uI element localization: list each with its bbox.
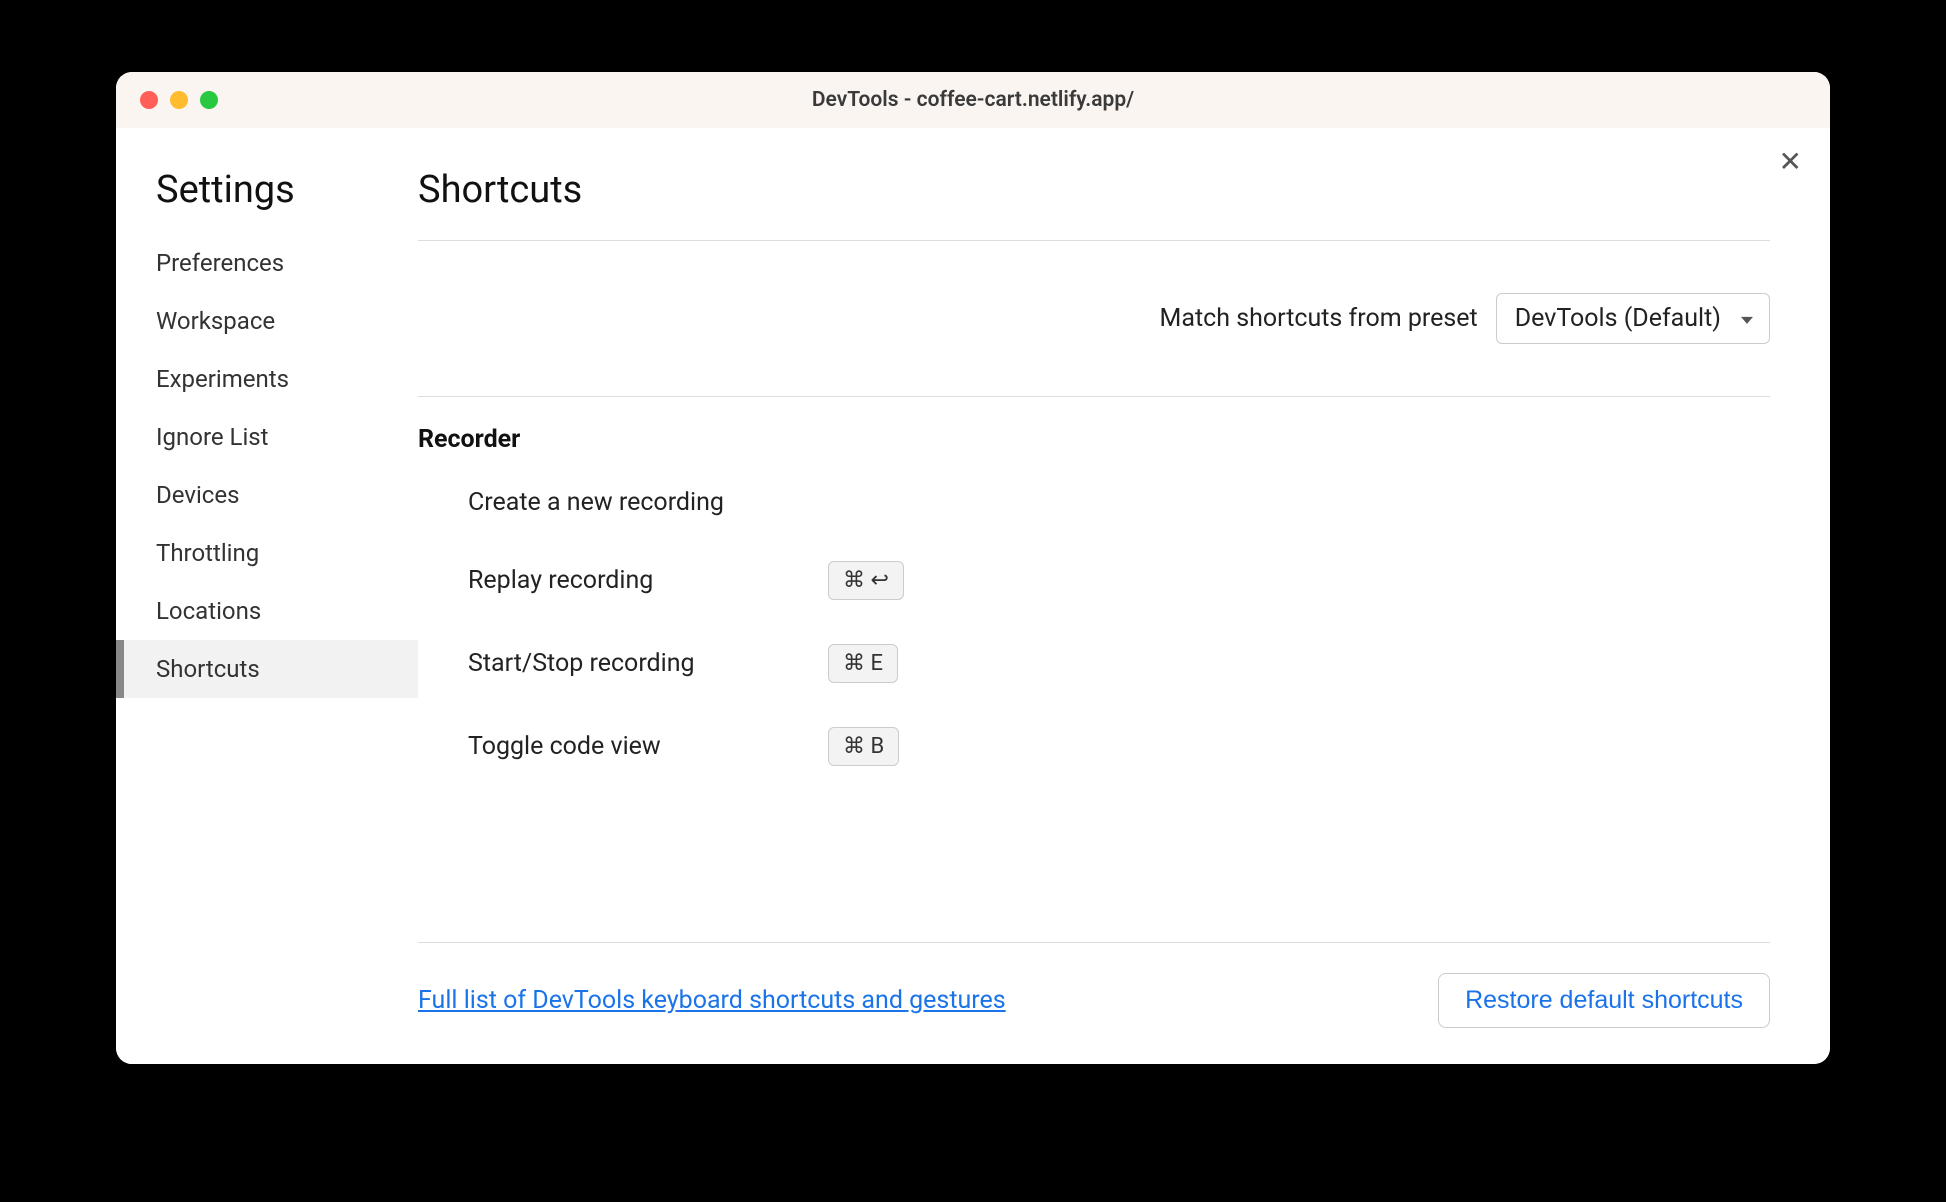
close-settings-button[interactable]: ✕ — [1779, 148, 1802, 176]
sidebar-item-label: Locations — [156, 597, 261, 625]
sidebar-item-shortcuts[interactable]: Shortcuts — [116, 640, 418, 698]
shortcut-row[interactable]: Replay recording ⌘ ↩ — [418, 539, 1770, 622]
settings-sidebar: Settings Preferences Workspace Experimen… — [116, 128, 418, 1064]
key-combo: ⌘ ↩ — [828, 561, 904, 600]
shortcut-label: Replay recording — [418, 566, 828, 595]
sidebar-item-label: Preferences — [156, 249, 284, 277]
sidebar-title: Settings — [116, 168, 418, 234]
sidebar-item-experiments[interactable]: Experiments — [116, 350, 418, 408]
shortcut-label: Start/Stop recording — [418, 649, 828, 678]
sidebar-item-ignore-list[interactable]: Ignore List — [116, 408, 418, 466]
close-window-button[interactable] — [140, 91, 158, 109]
window-title: DevTools - coffee-cart.netlify.app/ — [116, 88, 1830, 112]
devtools-window: DevTools - coffee-cart.netlify.app/ ✕ Se… — [116, 72, 1830, 1064]
shortcut-row[interactable]: Toggle code view ⌘ B — [418, 705, 1770, 788]
preset-label: Match shortcuts from preset — [1160, 304, 1478, 333]
key-combo: ⌘ B — [828, 727, 899, 766]
content-area: ✕ Settings Preferences Workspace Experim… — [116, 128, 1830, 1064]
panel-title: Shortcuts — [418, 168, 1770, 241]
sidebar-item-label: Workspace — [156, 307, 275, 335]
traffic-lights — [116, 91, 218, 109]
full-shortcuts-link[interactable]: Full list of DevTools keyboard shortcuts… — [418, 986, 1006, 1015]
sidebar-item-label: Experiments — [156, 365, 289, 393]
shortcut-row[interactable]: Start/Stop recording ⌘ E — [418, 622, 1770, 705]
sidebar-item-label: Devices — [156, 481, 239, 509]
minimize-window-button[interactable] — [170, 91, 188, 109]
main-panel: Shortcuts Match shortcuts from preset De… — [418, 128, 1830, 1064]
sidebar-item-workspace[interactable]: Workspace — [116, 292, 418, 350]
preset-row: Match shortcuts from preset DevTools (De… — [418, 241, 1770, 396]
section-title-recorder: Recorder — [418, 397, 1770, 466]
shortcuts-list: Recorder Create a new recording Replay r… — [418, 396, 1770, 943]
shortcut-label: Toggle code view — [418, 732, 828, 761]
sidebar-item-label: Shortcuts — [156, 655, 260, 683]
shortcut-keys: ⌘ E — [828, 644, 898, 683]
shortcut-label: Create a new recording — [418, 488, 828, 517]
maximize-window-button[interactable] — [200, 91, 218, 109]
preset-select[interactable]: DevTools (Default) — [1496, 293, 1770, 344]
shortcut-row[interactable]: Create a new recording — [418, 466, 1770, 539]
sidebar-item-devices[interactable]: Devices — [116, 466, 418, 524]
sidebar-item-preferences[interactable]: Preferences — [116, 234, 418, 292]
sidebar-item-label: Throttling — [156, 539, 259, 567]
footer-row: Full list of DevTools keyboard shortcuts… — [418, 943, 1770, 1064]
titlebar: DevTools - coffee-cart.netlify.app/ — [116, 72, 1830, 128]
shortcut-keys: ⌘ B — [828, 727, 899, 766]
shortcut-keys: ⌘ ↩ — [828, 561, 904, 600]
sidebar-item-locations[interactable]: Locations — [116, 582, 418, 640]
key-combo: ⌘ E — [828, 644, 898, 683]
preset-select-value: DevTools (Default) — [1515, 304, 1721, 333]
sidebar-item-label: Ignore List — [156, 423, 269, 451]
restore-defaults-button[interactable]: Restore default shortcuts — [1438, 973, 1770, 1028]
sidebar-item-throttling[interactable]: Throttling — [116, 524, 418, 582]
